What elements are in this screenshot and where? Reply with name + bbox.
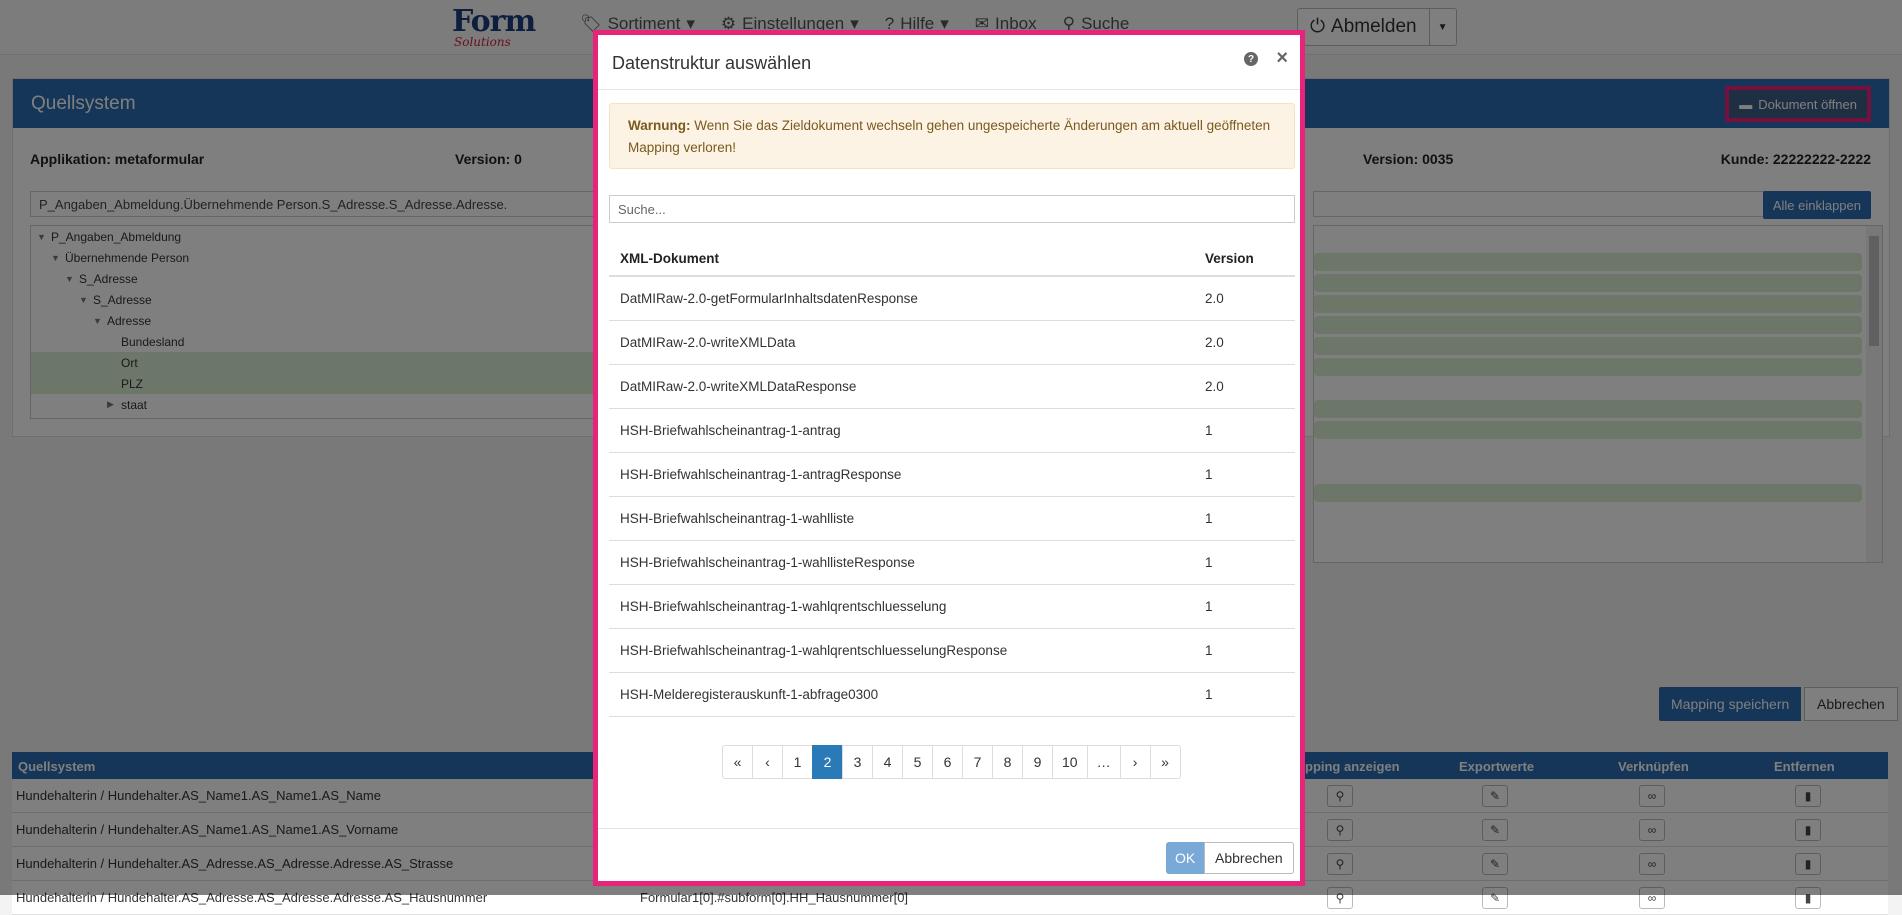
col-version[interactable]: Version (1205, 251, 1254, 266)
table-header: XML-Dokument Version (609, 240, 1295, 277)
search-input[interactable] (609, 195, 1295, 223)
warning-alert: Warnung: Wenn Sie das Zieldokument wechs… (609, 103, 1295, 169)
table-row[interactable]: DatMIRaw-2.0-getFormularInhaltsdatenResp… (609, 277, 1295, 321)
page-button[interactable]: 10 (1052, 745, 1088, 779)
select-data-structure-dialog: Datenstruktur auswählen ? × Warnung: Wen… (593, 30, 1305, 886)
table-row[interactable]: HSH-Briefwahlscheinantrag-1-antrag 1 (609, 409, 1295, 453)
modal-header: Datenstruktur auswählen ? × (598, 35, 1300, 90)
table-row[interactable]: HSH-Melderegisterauskunft-1-abfrage0300 1 (609, 673, 1295, 717)
page-button[interactable]: 6 (932, 745, 963, 779)
table-row[interactable]: HSH-Briefwahlscheinantrag-1-antragRespon… (609, 453, 1295, 497)
table-row[interactable]: DatMIRaw-2.0-writeXMLData 2.0 (609, 321, 1295, 365)
page-button[interactable]: 3 (842, 745, 873, 779)
page-button[interactable]: 7 (962, 745, 993, 779)
warning-label: Warnung: (628, 118, 691, 133)
col-xml-document[interactable]: XML-Dokument (620, 251, 719, 266)
page-button[interactable]: 5 (902, 745, 933, 779)
page-last-button[interactable]: » (1149, 745, 1181, 779)
page-next-button[interactable]: › (1119, 745, 1151, 779)
cancel-button[interactable]: Abbrechen (1204, 842, 1294, 874)
table-row[interactable]: HSH-Briefwahlscheinantrag-1-wahlqrentsch… (609, 629, 1295, 673)
modal-footer: OK Abbrechen (598, 828, 1300, 887)
page-button[interactable]: 8 (992, 745, 1023, 779)
page-ellipsis: … (1086, 745, 1121, 779)
close-icon[interactable]: × (1276, 47, 1288, 70)
warning-text: Wenn Sie das Zieldokument wechseln gehen… (628, 118, 1271, 155)
pagination: « ‹ 1 2 3 4 5 6 7 8 9 10 … › » (722, 745, 1181, 779)
table-row[interactable]: HSH-Briefwahlscheinantrag-1-wahllisteRes… (609, 541, 1295, 585)
page-prev-button[interactable]: ‹ (752, 745, 783, 779)
page-button-active[interactable]: 2 (812, 745, 843, 779)
ok-button[interactable]: OK (1166, 842, 1205, 874)
table-row[interactable]: DatMIRaw-2.0-writeXMLDataResponse 2.0 (609, 365, 1295, 409)
page-first-button[interactable]: « (722, 745, 753, 779)
modal-title: Datenstruktur auswählen (612, 53, 812, 73)
help-icon[interactable]: ? (1244, 52, 1258, 66)
xml-document-table: XML-Dokument Version DatMIRaw-2.0-getFor… (609, 240, 1295, 717)
table-row[interactable]: HSH-Briefwahlscheinantrag-1-wahlliste 1 (609, 497, 1295, 541)
page-button[interactable]: 1 (782, 745, 813, 779)
table-row[interactable]: HSH-Briefwahlscheinantrag-1-wahlqrentsch… (609, 585, 1295, 629)
page-button[interactable]: 9 (1022, 745, 1053, 779)
page-button[interactable]: 4 (872, 745, 903, 779)
